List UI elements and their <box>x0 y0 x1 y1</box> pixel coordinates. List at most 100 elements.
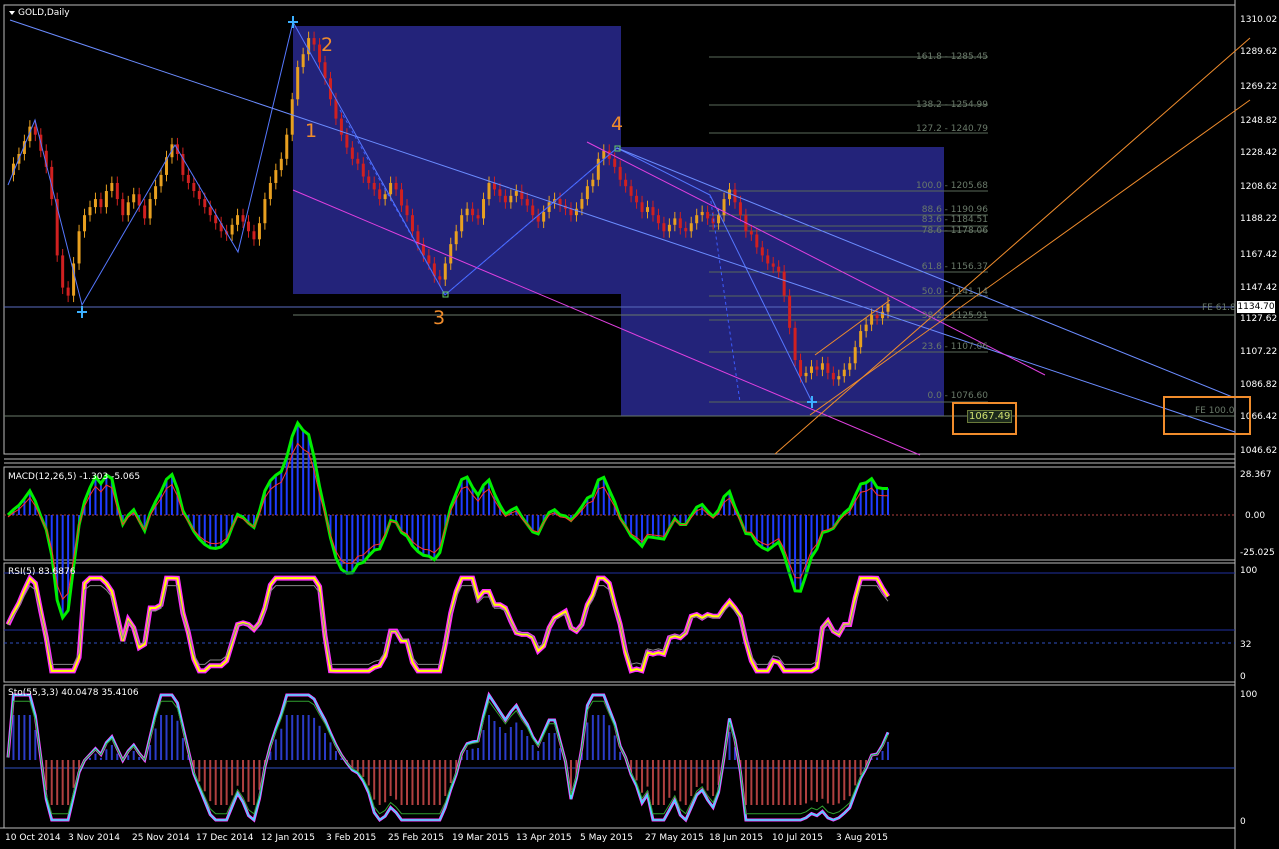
candle-body <box>613 158 617 167</box>
candle-body <box>471 208 475 216</box>
price-axis-label: 1046.62 <box>1240 446 1278 456</box>
candle-body <box>323 62 327 79</box>
fib-level-label: 50.0 - 1141.14 <box>921 287 988 297</box>
price-axis-label: 1188.22 <box>1240 214 1278 224</box>
fib-level-label: 38.2 - 1125.91 <box>921 311 988 321</box>
chart-canvas[interactable] <box>0 0 1279 849</box>
price-axis-label: 1248.82 <box>1240 116 1278 126</box>
candle-body <box>777 266 781 272</box>
candle-body <box>853 347 857 364</box>
candle-body <box>640 202 644 212</box>
candle-body <box>350 147 354 159</box>
candle-body <box>192 182 196 192</box>
candle-body <box>596 158 600 180</box>
rsi-line <box>7 576 889 672</box>
fib-level-label: 78.6 - 1178.06 <box>921 226 988 236</box>
date-axis-label: 25 Nov 2014 <box>132 833 190 843</box>
candle-body <box>126 202 130 216</box>
candle-body <box>241 215 245 222</box>
candle-body <box>514 191 518 196</box>
price-axis-label: 1269.22 <box>1240 82 1278 92</box>
candle-body <box>837 376 841 380</box>
candle-body <box>569 208 573 216</box>
candle-body <box>629 186 633 196</box>
candle-body <box>33 126 37 135</box>
rsi-axis-top: 100 <box>1240 566 1258 576</box>
candle-body <box>236 215 240 225</box>
candle-body <box>143 205 147 219</box>
candle-body <box>826 363 830 373</box>
candle-body <box>695 215 699 224</box>
fib-level-label: 100.0 - 1205.68 <box>916 181 988 191</box>
candle-body <box>689 223 693 232</box>
candle-body <box>454 231 458 245</box>
date-axis-label: 10 Jul 2015 <box>772 833 823 843</box>
wave-label-3: 3 <box>433 307 446 329</box>
fib-level-label: 83.6 - 1184.51 <box>921 215 988 225</box>
candle-body <box>487 182 491 200</box>
target-price-label: 1067.49 <box>967 410 1013 423</box>
candle-body <box>465 208 469 216</box>
price-axis-label: 1310.02 <box>1240 15 1278 25</box>
candle-body <box>378 189 382 200</box>
candle-body <box>263 199 267 224</box>
wave-label-1: 1 <box>305 120 318 142</box>
price-axis-label: 1086.82 <box>1240 380 1278 390</box>
candle-body <box>492 182 496 190</box>
date-axis-label: 27 May 2015 <box>645 833 704 843</box>
candle-body <box>159 174 163 187</box>
sto-axis-top: 100 <box>1240 690 1258 700</box>
candle-body <box>99 199 103 208</box>
candle-body <box>662 223 666 232</box>
candle-body <box>870 314 874 325</box>
candle-body <box>771 263 775 267</box>
candle-body <box>389 182 393 195</box>
candle-body <box>673 218 677 225</box>
candle-body <box>110 182 114 192</box>
candle-body <box>848 363 852 370</box>
candle-body <box>443 263 447 280</box>
candle-body <box>793 327 797 361</box>
candle-body <box>203 199 207 208</box>
candle-body <box>400 189 404 206</box>
candle-body <box>438 276 442 280</box>
candle-body <box>706 211 710 219</box>
candle-body <box>132 194 136 203</box>
candle-body <box>274 170 278 183</box>
candle-body <box>717 215 721 224</box>
candle-body <box>361 163 365 177</box>
candle-body <box>93 199 97 208</box>
fib-level-label: 88.6 - 1190.96 <box>921 205 988 215</box>
candle-body <box>531 205 535 216</box>
rsi-axis-level: 32 <box>1240 640 1252 650</box>
candle-body <box>77 231 81 264</box>
candle-body <box>279 158 283 171</box>
date-axis-label: 12 Jan 2015 <box>261 833 315 843</box>
chart-menu-icon[interactable] <box>9 11 15 15</box>
candle-body <box>383 194 387 200</box>
price-axis-label: 1289.62 <box>1240 47 1278 57</box>
price-axis-label: 1208.62 <box>1240 182 1278 192</box>
price-axis-label: 1107.22 <box>1240 347 1278 357</box>
candle-body <box>591 179 595 187</box>
fib-level-label: 0.0 - 1076.60 <box>927 391 989 401</box>
candle-body <box>137 194 141 206</box>
candle-body <box>372 182 376 190</box>
fib-level-label: 127.2 - 1240.79 <box>916 124 988 134</box>
candle-body <box>618 166 622 180</box>
sto-axis-bottom: 0 <box>1240 817 1246 827</box>
sto-title: Sto(55,3,3) 40.0478 35.4106 <box>8 688 139 698</box>
fib-level-label: 23.6 - 1107.06 <box>921 342 988 352</box>
date-axis-label: 3 Nov 2014 <box>68 833 120 843</box>
candle-body <box>864 324 868 332</box>
fe-highlight-box <box>1163 396 1251 435</box>
main-title: GOLD,Daily <box>18 8 70 18</box>
candle-body <box>476 215 480 219</box>
candle-body <box>875 314 879 319</box>
date-axis-label: 25 Feb 2015 <box>388 833 445 843</box>
candle-body <box>525 199 529 206</box>
candle-body <box>503 195 507 203</box>
candle-body <box>427 255 431 264</box>
candle-body <box>154 186 158 200</box>
candle-body <box>760 247 764 256</box>
